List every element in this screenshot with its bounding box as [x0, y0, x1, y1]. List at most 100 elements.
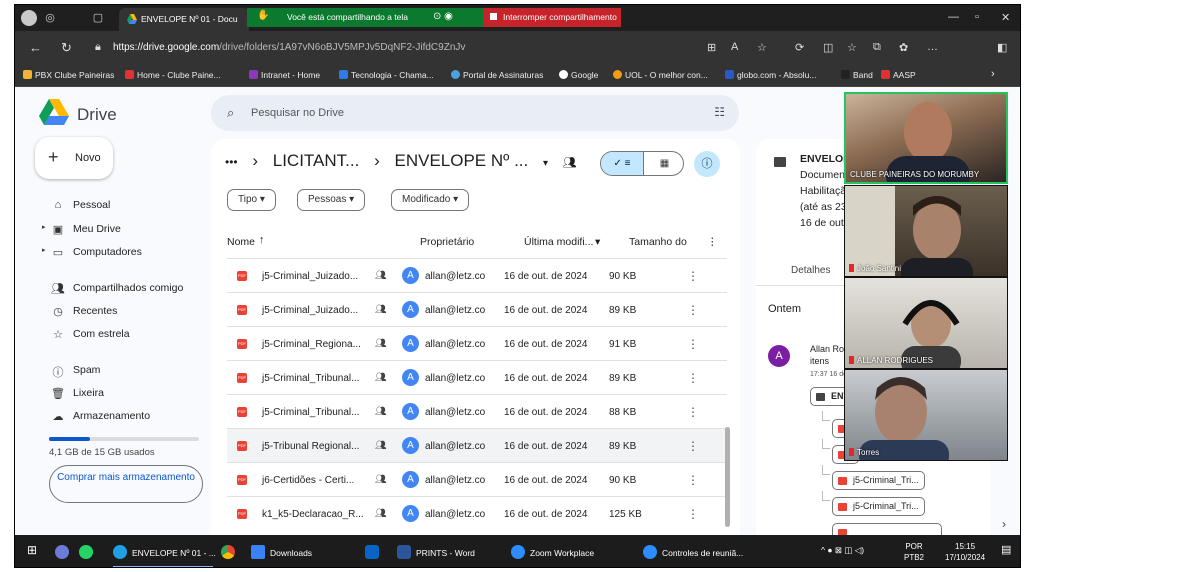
address-bar[interactable]: 🔒︎ https://drive.google.com/drive/folder…	[93, 36, 777, 61]
extension-icon[interactable]: ⟳	[795, 41, 804, 54]
table-row[interactable]: PDF j5-Tribunal Regional... 👥︎ Aallan@letz.…	[227, 428, 727, 462]
scroll-right-icon[interactable]: ›	[1002, 517, 1006, 531]
share-controls-icon[interactable]: ⊙ ◉	[433, 11, 453, 22]
bookmark-globo[interactable]: globo.com - Absolu...	[725, 70, 816, 80]
search-options-icon[interactable]: ☷	[714, 105, 725, 119]
activity-file-chip[interactable]	[832, 523, 942, 535]
taskbar-edge-envelope[interactable]: ENVELOPE Nº 01 - ...	[113, 545, 216, 559]
column-modified[interactable]: Última modifi...	[524, 236, 593, 248]
bookmark-google[interactable]: Google	[559, 70, 598, 80]
table-row[interactable]: PDF j5-Criminal_Tribunal... 👥︎ Aallan@letz.…	[227, 394, 727, 428]
favorites-icon[interactable]: ☆	[847, 41, 857, 54]
taskbar-zoom-workplace[interactable]: Zoom Workplace	[511, 545, 594, 559]
maximize-icon[interactable]: ▫	[975, 11, 979, 23]
column-owner[interactable]: Proprietário	[420, 236, 474, 248]
bookmark-aasp[interactable]: AASP	[881, 70, 916, 80]
filter-pessoas[interactable]: Pessoas ▾	[297, 189, 366, 211]
input-language[interactable]: POR PTB2	[904, 541, 924, 563]
file-list-scrollbar[interactable]	[725, 427, 730, 527]
row-more-icon[interactable]: ⋮	[687, 473, 699, 487]
workspaces-icon[interactable]: ◎	[43, 11, 57, 25]
row-more-icon[interactable]: ⋮	[687, 439, 699, 453]
breadcrumb-more-icon[interactable]: •••	[225, 155, 238, 169]
windows-start-icon[interactable]: ⊞	[27, 543, 37, 557]
column-size[interactable]: Tamanho do	[629, 236, 687, 248]
system-clock[interactable]: 15:15 17/10/2024	[945, 541, 985, 563]
details-info-icon[interactable]: ⓘ	[694, 151, 720, 177]
table-row[interactable]: PDF j5-Criminal_Tribunal... 👥︎ Aallan@letz.…	[227, 360, 727, 394]
chrome-icon[interactable]	[221, 545, 240, 559]
copilot-icon[interactable]: ✿	[899, 41, 908, 54]
collections-icon[interactable]: ⧉	[873, 41, 881, 54]
bookmark-band[interactable]: Band	[841, 70, 873, 80]
back-icon[interactable]: ←	[29, 40, 42, 55]
profile-avatar[interactable]	[21, 10, 37, 26]
bookmarks-overflow-icon[interactable]: ›	[991, 68, 995, 80]
bookmark-pbx[interactable]: PBX Clube Paineiras	[23, 70, 114, 80]
row-more-icon[interactable]: ⋮	[687, 303, 699, 317]
notifications-icon[interactable]: ▤	[1001, 543, 1011, 556]
row-more-icon[interactable]: ⋮	[687, 507, 699, 521]
tab-detalhes[interactable]: Detalhes	[791, 265, 830, 276]
search-bar[interactable]: ⌕ Pesquisar no Drive ☷	[211, 95, 739, 131]
column-name[interactable]: Nome	[227, 236, 255, 248]
table-row[interactable]: PDF j6-Certidões - Certi... 👥︎ Aallan@letz.…	[227, 462, 727, 496]
breadcrumb-item-licitante[interactable]: LICITANT...	[273, 151, 360, 170]
bookmark-tecnologia[interactable]: Tecnologia - Chama...	[339, 70, 434, 80]
close-window-icon[interactable]: ✕	[1001, 11, 1010, 24]
minimize-icon[interactable]: —	[948, 11, 959, 23]
outlook-icon[interactable]	[365, 545, 384, 559]
split-screen-icon[interactable]: ◫	[823, 41, 833, 54]
more-menu-icon[interactable]: …	[927, 41, 938, 53]
bookmark-uol[interactable]: UOL - O melhor con...	[613, 70, 708, 80]
browser-tab-active[interactable]: ENVELOPE Nº 01 - Docu	[119, 8, 249, 31]
table-row[interactable]: PDF j5-Criminal_Juizado... 👥︎ Aallan@letz.c…	[227, 258, 727, 292]
filter-tipo[interactable]: Tipo ▾	[227, 189, 276, 211]
app-icon[interactable]: ⊞	[707, 41, 716, 54]
reload-icon[interactable]: ↻	[61, 40, 72, 56]
view-toggle[interactable]: ✓ ≡ ▦	[600, 151, 684, 176]
new-button[interactable]: + Novo	[35, 137, 113, 179]
folder-menu-caret-icon[interactable]: ▾	[543, 158, 548, 169]
taskbar-word[interactable]: PRINTS - Word	[397, 545, 475, 559]
zoom-participant-tile[interactable]: CLUBE PAINEIRAS DO MORUMBY	[844, 92, 1008, 184]
zoom-participant-tile[interactable]: João Santini	[844, 185, 1008, 277]
table-row[interactable]: PDF j5-Criminal_Juizado... 👥︎ Aallan@letz.c…	[227, 292, 727, 326]
search-input[interactable]: Pesquisar no Drive	[251, 107, 344, 119]
taskbar-zoom-controls[interactable]: Controles de reuniã...	[643, 545, 743, 559]
buy-storage-button[interactable]: Comprar mais armazenamento	[49, 465, 203, 503]
row-more-icon[interactable]: ⋮	[687, 405, 699, 419]
favorite-star-icon[interactable]: ☆	[757, 41, 767, 54]
table-row[interactable]: PDF k1_k5-Declaracao_R... 👥︎ Aallan@letz.co…	[227, 496, 727, 530]
activity-file-chip[interactable]: j5-Criminal_Tri...	[832, 471, 925, 490]
table-row[interactable]: PDF j5-Criminal_Regiona... 👥︎ Aallan@letz.c…	[227, 326, 727, 360]
taskbar-app-icon[interactable]	[55, 545, 74, 559]
expand-caret-icon[interactable]: ▸	[42, 246, 46, 254]
sort-dropdown-icon[interactable]: ▾	[595, 236, 600, 248]
list-view-icon[interactable]: ✓ ≡	[601, 152, 643, 175]
grid-view-icon[interactable]: ▦	[643, 152, 683, 175]
row-more-icon[interactable]: ⋮	[687, 337, 699, 351]
lock-icon[interactable]: 🔒︎	[95, 41, 101, 54]
taskbar-downloads[interactable]: Downloads	[251, 545, 312, 559]
sidebar-toggle-icon[interactable]: ◧	[997, 41, 1007, 54]
system-tray-icons[interactable]: ^ ● ⊠ ◫ ◁)	[821, 545, 864, 556]
whatsapp-icon[interactable]	[79, 545, 98, 559]
sort-arrow-icon[interactable]: ↑	[259, 234, 265, 246]
drive-logo-icon[interactable]	[39, 99, 69, 125]
breadcrumb-item-envelope[interactable]: ENVELOPE Nº ...	[394, 151, 528, 170]
row-more-icon[interactable]: ⋮	[687, 269, 699, 283]
stop-sharing-button[interactable]: Interromper compartilhamento	[483, 8, 621, 27]
expand-caret-icon[interactable]: ▸	[42, 223, 46, 231]
activity-file-chip[interactable]: j5-Criminal_Tri...	[832, 497, 925, 516]
column-more-icon[interactable]: ⋮	[707, 236, 718, 248]
filter-modificado[interactable]: Modificado ▾	[391, 189, 470, 211]
zoom-participant-tile[interactable]: ALLAN RODRIGUES	[844, 277, 1008, 369]
tab-actions-icon[interactable]: ▢	[91, 11, 105, 25]
read-aloud-icon[interactable]: A	[731, 41, 738, 53]
bookmark-intranet[interactable]: Intranet - Home	[249, 70, 320, 80]
bookmark-portal-assinaturas[interactable]: Portal de Assinaturas	[451, 70, 543, 80]
row-more-icon[interactable]: ⋮	[687, 371, 699, 385]
bookmark-home-clube[interactable]: Home - Clube Paine...	[125, 70, 221, 80]
search-icon[interactable]: ⌕	[227, 105, 234, 121]
